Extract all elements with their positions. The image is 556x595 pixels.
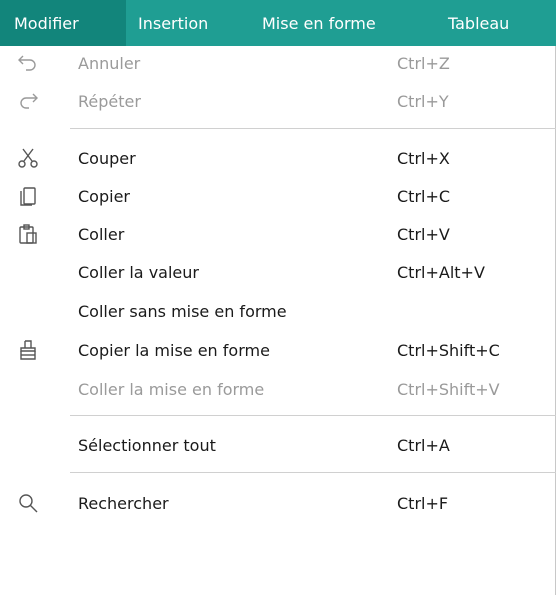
menu-item-label: Coller sans mise en forme	[78, 301, 287, 321]
menu-item-shortcut: Ctrl+Y	[397, 91, 449, 111]
paste-icon	[16, 222, 40, 246]
menu-bar: Modifier Insertion Mise en forme Tableau	[0, 0, 556, 46]
menu-item-shortcut: Ctrl+Z	[397, 53, 450, 73]
copy-icon	[16, 184, 40, 208]
menu-item-coller[interactable]: Coller Ctrl+V	[0, 217, 555, 251]
menu-item-label: Couper	[78, 148, 136, 168]
menu-item-label: Copier la mise en forme	[78, 340, 270, 360]
menu-item-selectionner-tout[interactable]: Sélectionner tout Ctrl+A	[0, 428, 555, 462]
menu-item-label: Coller la mise en forme	[78, 379, 265, 399]
menu-item-label: Annuler	[78, 53, 141, 73]
menu-item-shortcut: Ctrl+X	[397, 148, 450, 168]
menu-item-shortcut: Ctrl+A	[397, 435, 450, 455]
menu-item-copier[interactable]: Copier Ctrl+C	[0, 179, 555, 213]
menu-item-label: Sélectionner tout	[78, 435, 216, 455]
menu-item-annuler[interactable]: Annuler Ctrl+Z	[0, 46, 555, 80]
menu-item-copier-la-mise-en-forme[interactable]: Copier la mise en forme Ctrl+Shift+C	[0, 333, 555, 367]
search-icon	[16, 491, 40, 515]
undo-icon	[16, 51, 40, 75]
menu-tableau[interactable]: Tableau	[436, 0, 556, 46]
menu-item-label: Rechercher	[78, 493, 169, 513]
menu-separator	[70, 415, 556, 416]
menu-item-label: Coller	[78, 224, 125, 244]
menu-item-label: Coller la valeur	[78, 262, 199, 282]
menu-item-coller-la-mise-en-forme[interactable]: Coller la mise en forme Ctrl+Shift+V	[0, 372, 555, 406]
menu-separator	[70, 128, 556, 129]
menu-item-shortcut: Ctrl+F	[397, 493, 449, 513]
format-painter-icon	[16, 338, 40, 362]
menu-item-rechercher[interactable]: Rechercher Ctrl+F	[0, 486, 555, 520]
menu-item-couper[interactable]: Couper Ctrl+X	[0, 141, 555, 175]
menu-item-coller-la-valeur[interactable]: Coller la valeur Ctrl+Alt+V	[0, 255, 555, 289]
menu-item-repeter[interactable]: Répéter Ctrl+Y	[0, 84, 555, 118]
menu-item-label: Répéter	[78, 91, 141, 111]
edit-dropdown-menu: Annuler Ctrl+Z Répéter Ctrl+Y Couper Ctr…	[0, 46, 556, 595]
menu-mise-en-forme[interactable]: Mise en forme	[250, 0, 436, 46]
redo-icon	[16, 89, 40, 113]
menu-item-label: Copier	[78, 186, 130, 206]
menu-insertion[interactable]: Insertion	[126, 0, 250, 46]
menu-item-shortcut: Ctrl+Shift+V	[397, 379, 500, 399]
menu-modifier[interactable]: Modifier	[0, 0, 126, 46]
menu-item-shortcut: Ctrl+V	[397, 224, 450, 244]
menu-item-coller-sans-mise-en-forme[interactable]: Coller sans mise en forme	[0, 294, 555, 328]
menu-item-shortcut: Ctrl+Alt+V	[397, 262, 485, 282]
scissors-icon	[16, 146, 40, 170]
menu-item-shortcut: Ctrl+C	[397, 186, 451, 206]
menu-item-shortcut: Ctrl+Shift+C	[397, 340, 500, 360]
menu-separator	[70, 472, 556, 473]
